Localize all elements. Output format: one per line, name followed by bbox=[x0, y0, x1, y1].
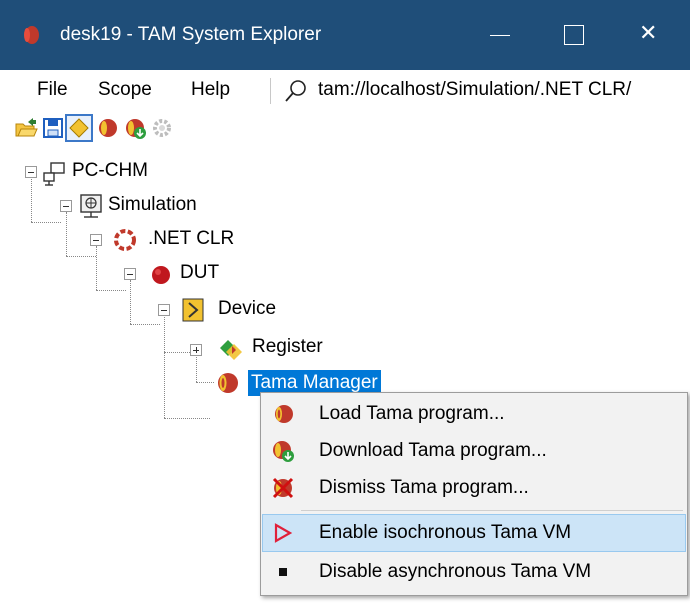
window-title: desk19 - TAM System Explorer bbox=[60, 24, 322, 45]
simulation-icon bbox=[80, 194, 102, 218]
close-button[interactable]: ✕ bbox=[622, 10, 674, 60]
menu-item-dismiss-tama-program[interactable]: Dismiss Tama program... bbox=[263, 470, 685, 506]
menu-separator bbox=[270, 78, 271, 104]
tree-node-device[interactable]: Device bbox=[0, 296, 300, 328]
device-icon bbox=[182, 298, 204, 322]
collapse-icon[interactable] bbox=[124, 268, 136, 280]
tree-node-pc-chm[interactable]: PC-CHM bbox=[0, 158, 200, 190]
tree-connector bbox=[164, 418, 210, 419]
toolbar bbox=[0, 112, 690, 146]
expand-icon[interactable] bbox=[190, 344, 202, 356]
menu-item-enable-isochronous-tama-vm[interactable]: Enable isochronous Tama VM bbox=[262, 514, 686, 552]
context-menu: Load Tama program... Download Tama progr… bbox=[260, 392, 688, 596]
menu-separator bbox=[301, 510, 683, 511]
download-tama-icon[interactable] bbox=[123, 116, 147, 140]
tree-node-label: Simulation bbox=[108, 194, 197, 215]
close-icon: ✕ bbox=[639, 21, 658, 46]
menu-item-label: Disable asynchronous Tama VM bbox=[319, 561, 592, 582]
tree-node-label: Device bbox=[218, 298, 277, 319]
tree-connector bbox=[164, 314, 165, 418]
stop-icon bbox=[279, 568, 287, 576]
address-path[interactable]: tam://localhost/Simulation/.NET CLR/ bbox=[318, 78, 631, 102]
menu-item-download-tama-program[interactable]: Download Tama program... bbox=[263, 433, 685, 469]
menu-item-label: Enable isochronous Tama VM bbox=[319, 522, 572, 543]
computer-icon bbox=[43, 162, 65, 186]
menu-item-label: Dismiss Tama program... bbox=[319, 477, 529, 498]
save-icon[interactable] bbox=[41, 116, 65, 140]
dut-icon bbox=[152, 266, 170, 284]
collapse-icon[interactable] bbox=[90, 234, 102, 246]
minimize-button[interactable] bbox=[474, 10, 526, 60]
open-folder-icon[interactable] bbox=[14, 116, 38, 140]
menu-item-label: Load Tama program... bbox=[319, 403, 505, 424]
tama-icon bbox=[218, 373, 238, 393]
menu-scope[interactable]: Scope bbox=[98, 78, 152, 102]
tama-icon bbox=[275, 405, 293, 423]
tree-node-net-clr[interactable]: .NET CLR bbox=[0, 226, 260, 258]
search-icon[interactable] bbox=[283, 78, 309, 104]
menu-item-label: Download Tama program... bbox=[319, 440, 547, 461]
clr-icon bbox=[114, 229, 136, 251]
menu-help[interactable]: Help bbox=[191, 78, 230, 102]
collapse-icon[interactable] bbox=[158, 304, 170, 316]
register-icon bbox=[220, 340, 242, 360]
menu-item-disable-asynchronous-tama-vm[interactable]: Disable asynchronous Tama VM bbox=[263, 554, 685, 590]
menu-item-load-tama-program[interactable]: Load Tama program... bbox=[263, 396, 685, 432]
diamond-icon[interactable] bbox=[65, 114, 93, 142]
download-tama-icon bbox=[273, 441, 294, 462]
collapse-icon[interactable] bbox=[60, 200, 72, 212]
tree-node-label: PC-CHM bbox=[72, 160, 148, 181]
menu-bar: File Scope Help tam://localhost/Simulati… bbox=[0, 70, 690, 110]
gear-icon[interactable] bbox=[150, 116, 174, 140]
collapse-icon[interactable] bbox=[25, 166, 37, 178]
tree-node-label: Register bbox=[252, 336, 323, 357]
title-bar: desk19 - TAM System Explorer ✕ bbox=[0, 0, 690, 70]
menu-file[interactable]: File bbox=[37, 78, 68, 102]
tama-icon bbox=[24, 26, 39, 44]
tree-node-dut[interactable]: DUT bbox=[0, 260, 260, 292]
tama-icon[interactable] bbox=[95, 116, 119, 140]
tree-node-simulation[interactable]: Simulation bbox=[0, 192, 240, 224]
tree-node-label: .NET CLR bbox=[148, 228, 235, 249]
tree-node-register[interactable]: Register bbox=[0, 334, 360, 366]
tree-node-label: DUT bbox=[180, 262, 220, 283]
play-icon bbox=[274, 523, 293, 543]
maximize-button[interactable] bbox=[548, 10, 600, 60]
dismiss-tama-icon bbox=[272, 477, 294, 499]
